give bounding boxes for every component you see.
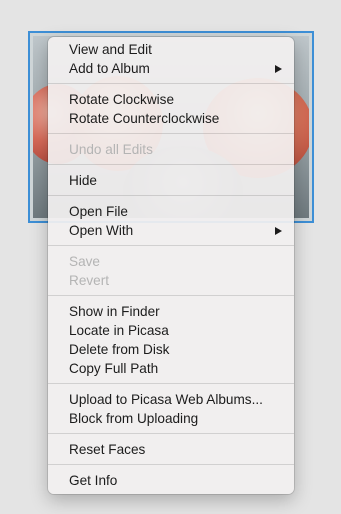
submenu-arrow-icon <box>275 65 282 73</box>
submenu-arrow-icon <box>275 227 282 235</box>
menu-separator <box>48 83 294 84</box>
menu-item-delete-from-disk[interactable]: Delete from Disk <box>48 340 294 359</box>
menu-item-revert: Revert <box>48 271 294 290</box>
menu-item-label: Revert <box>69 273 110 288</box>
menu-item-label: Open With <box>69 223 134 238</box>
menu-separator <box>48 383 294 384</box>
menu-item-label: Locate in Picasa <box>69 323 169 338</box>
menu-item-label: Delete from Disk <box>69 342 170 357</box>
menu-separator <box>48 164 294 165</box>
menu-item-reset-faces[interactable]: Reset Faces <box>48 440 294 459</box>
menu-separator <box>48 195 294 196</box>
menu-item-label: Get Info <box>69 473 118 488</box>
menu-item-show-in-finder[interactable]: Show in Finder <box>48 302 294 321</box>
menu-item-upload-to-picasa-web-albums[interactable]: Upload to Picasa Web Albums... <box>48 390 294 409</box>
menu-item-rotate-counterclockwise[interactable]: Rotate Counterclockwise <box>48 109 294 128</box>
menu-item-label: Undo all Edits <box>69 142 153 157</box>
menu-item-label: Block from Uploading <box>69 411 199 426</box>
menu-item-copy-full-path[interactable]: Copy Full Path <box>48 359 294 378</box>
menu-item-label: Open File <box>69 204 128 219</box>
menu-item-save: Save <box>48 252 294 271</box>
menu-item-view-and-edit[interactable]: View and Edit <box>48 40 294 59</box>
menu-item-open-file[interactable]: Open File <box>48 202 294 221</box>
menu-item-get-info[interactable]: Get Info <box>48 471 294 490</box>
menu-item-label: Copy Full Path <box>69 361 159 376</box>
menu-item-rotate-clockwise[interactable]: Rotate Clockwise <box>48 90 294 109</box>
menu-item-label: Show in Finder <box>69 304 160 319</box>
menu-item-label: Upload to Picasa Web Albums... <box>69 392 263 407</box>
menu-item-label: Rotate Clockwise <box>69 92 175 107</box>
menu-item-label: Hide <box>69 173 97 188</box>
menu-item-label: View and Edit <box>69 42 152 57</box>
menu-item-open-with[interactable]: Open With <box>48 221 294 240</box>
menu-item-label: Reset Faces <box>69 442 146 457</box>
menu-item-label: Rotate Counterclockwise <box>69 111 220 126</box>
menu-item-undo-all-edits: Undo all Edits <box>48 140 294 159</box>
menu-separator <box>48 295 294 296</box>
menu-separator <box>48 464 294 465</box>
menu-separator <box>48 433 294 434</box>
menu-item-add-to-album[interactable]: Add to Album <box>48 59 294 78</box>
menu-separator <box>48 245 294 246</box>
menu-item-locate-in-picasa[interactable]: Locate in Picasa <box>48 321 294 340</box>
menu-item-label: Save <box>69 254 100 269</box>
menu-item-block-from-uploading[interactable]: Block from Uploading <box>48 409 294 428</box>
context-menu: View and Edit Add to Album Rotate Clockwis… <box>48 37 294 494</box>
menu-item-label: Add to Album <box>69 61 150 76</box>
menu-separator <box>48 133 294 134</box>
menu-item-hide[interactable]: Hide <box>48 171 294 190</box>
